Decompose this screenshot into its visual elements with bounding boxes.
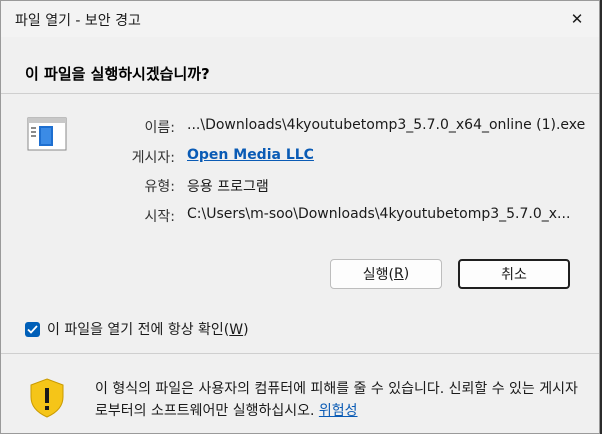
always-ask-checkbox[interactable] [25,321,40,337]
always-ask-label[interactable]: 이 파일을 열기 전에 항상 확인(W) [47,319,249,339]
shield-warning-icon [29,378,65,422]
window-title: 파일 열기 - 보안 경고 [15,13,141,29]
publisher-label: 게시자: [131,150,175,166]
checkmark-icon [27,324,38,334]
security-warning-dialog: 파일 열기 - 보안 경고 ✕ 이 파일을 실행하시겠습니까? 이름: ...\… [0,0,600,434]
file-path-value: C:\Users\m-soo\Downloads\4kyoutubetomp3_… [187,206,571,222]
name-label: 이름: [144,120,175,136]
close-button[interactable]: ✕ [561,5,593,33]
warning-message: 이 형식의 파일은 사용자의 컴퓨터에 피해를 줄 수 있습니다. 신뢰할 수 … [95,378,585,422]
publisher-link[interactable]: Open Media LLC [187,147,314,163]
file-type-value: 응용 프로그램 [187,179,269,195]
always-ask-accel-key: W [229,322,244,338]
type-label: 유형: [144,179,175,195]
cancel-button-label: 취소 [501,267,527,283]
divider [1,93,599,94]
info-row-from: 시작: C:\Users\m-soo\Downloads\4kyoutubeto… [1,206,599,226]
run-button-label: 실행( [362,267,395,283]
close-icon: ✕ [570,10,584,28]
run-accel-key: R [394,266,404,282]
always-ask-option: 이 파일을 열기 전에 항상 확인(W) [25,319,249,339]
run-button-suffix: ) [403,266,410,282]
always-ask-label-text: 이 파일을 열기 전에 항상 확인( [47,322,230,338]
run-button[interactable]: 실행(R) [330,259,442,289]
info-row-type: 유형: 응용 프로그램 [1,176,599,196]
title-bar: 파일 열기 - 보안 경고 ✕ [1,1,599,37]
file-name-value: ...\Downloads\4kyoutubetomp3_5.7.0_x64_o… [187,117,586,133]
info-row-publisher: 게시자: Open Media LLC [1,147,599,167]
info-row-name: 이름: ...\Downloads\4kyoutubetomp3_5.7.0_x… [1,117,599,137]
from-label: 시작: [144,209,175,225]
divider [1,353,599,354]
dialog-heading: 이 파일을 실행하시겠습니까? [25,65,210,83]
cancel-button[interactable]: 취소 [458,259,570,289]
always-ask-label-suffix: ) [243,322,249,338]
risk-link[interactable]: 위험성 [319,403,358,419]
